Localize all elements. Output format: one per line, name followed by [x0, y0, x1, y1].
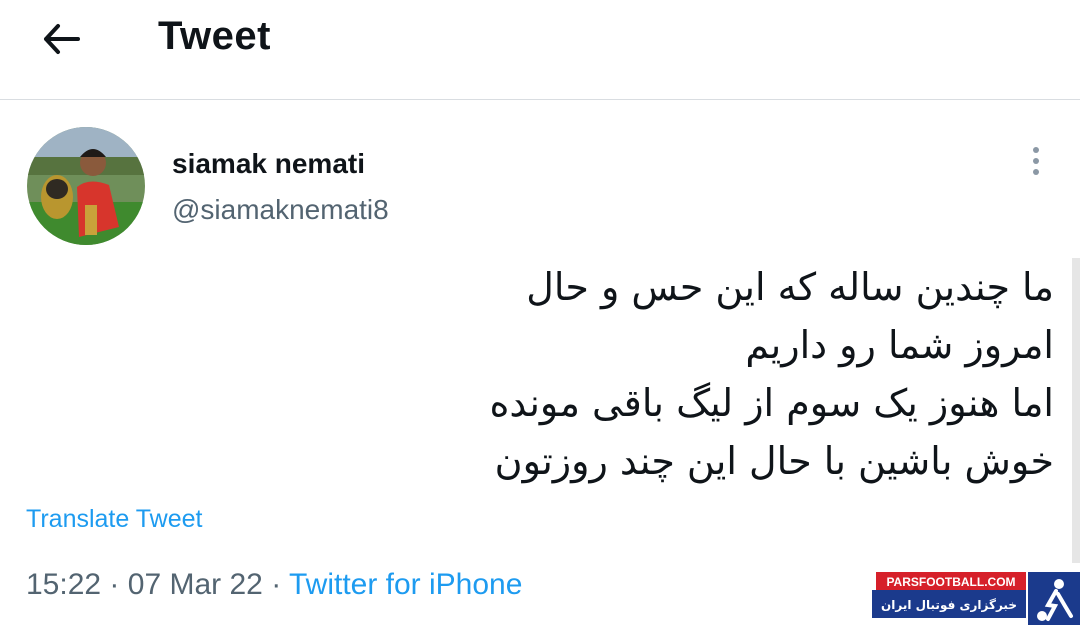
meta-separator: · [271, 568, 282, 601]
tweet-date: 07 Mar 22 [127, 568, 263, 601]
tweet-metadata: 15:22 · 07 Mar 22 · Twitter for iPhone [26, 568, 522, 602]
meta-separator: · [109, 568, 120, 601]
svg-text:خبرگزاری فوتبال ایران: خبرگزاری فوتبال ایران [881, 598, 1017, 613]
svg-text:PARSFOOTBALL.COM: PARSFOOTBALL.COM [886, 575, 1015, 589]
avatar[interactable] [27, 127, 145, 245]
tweet-text-line: خوش باشین با حال این چند روزتون [494, 439, 1054, 483]
scrollbar[interactable] [1072, 258, 1080, 563]
translate-tweet-link[interactable]: Translate Tweet [26, 505, 202, 534]
parsfootball-watermark: PARSFOOTBALL.COM خبرگزاری فوتبال ایران [872, 572, 1080, 625]
tweet-time: 15:22 [26, 568, 102, 601]
author-handle[interactable]: @siamaknemati8 [172, 194, 389, 226]
tweet-text: ما چندین ساله که این حس و حال امروز شما … [294, 258, 1055, 490]
more-options-button[interactable] [1020, 146, 1052, 180]
tweet-text-line: اما هنوز یک سوم از لیگ باقی مونده [489, 381, 1055, 425]
top-bar: Tweet [0, 0, 1080, 100]
tweet-text-line: امروز شما رو داریم [745, 323, 1054, 367]
page-title: Tweet [158, 14, 271, 58]
back-button[interactable] [36, 18, 86, 64]
tweet-text-line: ما چندین ساله که این حس و حال [526, 265, 1054, 309]
vertical-dots-icon [1032, 146, 1040, 181]
tweet-source-link[interactable]: Twitter for iPhone [289, 568, 522, 601]
arrow-left-icon [41, 22, 81, 61]
author-display-name[interactable]: siamak nemati [172, 148, 365, 180]
